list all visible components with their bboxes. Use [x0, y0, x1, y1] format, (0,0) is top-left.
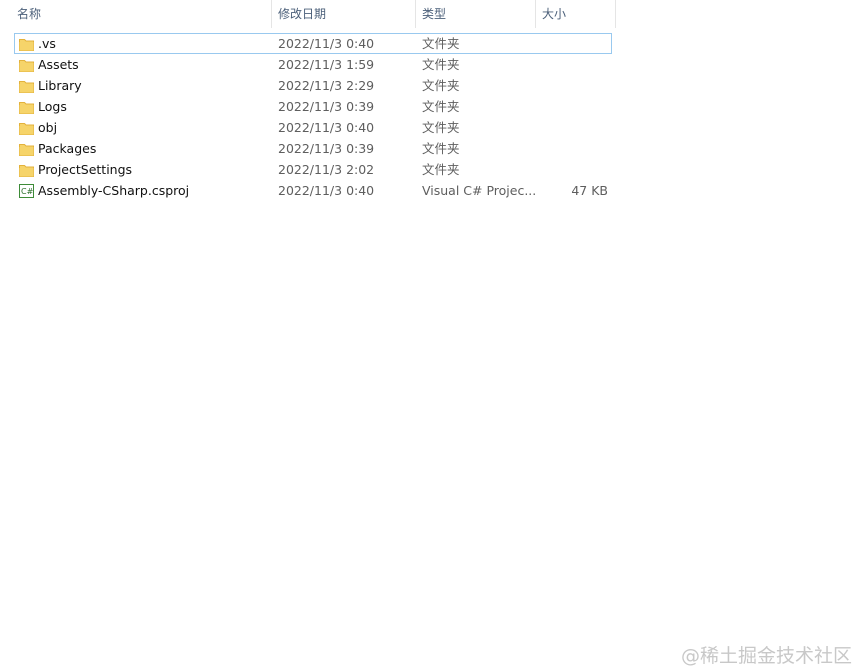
file-date: 2022/11/3 2:02 [278, 162, 375, 177]
file-date: 2022/11/3 0:40 [278, 36, 375, 51]
file-type: 文件夹 [422, 141, 460, 156]
watermark: @稀土掘金技术社区 [680, 645, 852, 667]
folder-icon [19, 99, 34, 114]
file-row[interactable]: Logs 2022/11/3 0:39 文件夹 [14, 96, 612, 117]
file-name: ProjectSettings [38, 162, 133, 177]
file-row[interactable]: C# Assembly-CSharp.csproj 2022/11/3 0:40 Vi… [14, 180, 612, 201]
file-row[interactable]: Assets 2022/11/3 1:59 文件夹 [14, 54, 612, 75]
file-date: 2022/11/3 0:39 [278, 99, 375, 114]
folder-icon [19, 141, 34, 156]
file-row[interactable]: .vs 2022/11/3 0:40 文件夹 [14, 33, 612, 54]
column-header-size-label: 大小 [542, 7, 567, 21]
folder-icon [19, 120, 34, 135]
file-date: 2022/11/3 2:29 [278, 78, 375, 93]
file-name: Assets [38, 57, 79, 72]
file-name: obj [38, 120, 58, 135]
column-header-type-label: 类型 [422, 7, 447, 21]
folder-icon [19, 162, 34, 177]
column-header-type[interactable]: 类型 [416, 0, 536, 28]
column-header-name[interactable]: ^ 名称 [0, 0, 272, 28]
column-header-date-label: 修改日期 [278, 7, 327, 21]
file-name: Packages [38, 141, 97, 156]
file-type: 文件夹 [422, 162, 460, 177]
file-type: 文件夹 [422, 78, 460, 93]
file-date: 2022/11/3 0:39 [278, 141, 375, 156]
column-header-bar: ^ 名称 修改日期 类型 大小 [0, 0, 616, 28]
column-header-name-label: 名称 [17, 7, 42, 21]
file-name: .vs [38, 36, 56, 51]
file-type: Visual C# Projec... [422, 183, 537, 198]
file-name: Assembly-CSharp.csproj [38, 183, 190, 198]
file-date: 2022/11/3 1:59 [278, 57, 375, 72]
file-name: Logs [38, 99, 67, 114]
sort-up-arrow-icon: ^ [136, 0, 144, 2]
file-row[interactable]: obj 2022/11/3 0:40 文件夹 [14, 117, 612, 138]
file-list: .vs 2022/11/3 0:40 文件夹 Assets 2022/11/3 1:59… [14, 33, 612, 201]
file-type: 文件夹 [422, 99, 460, 114]
file-date: 2022/11/3 0:40 [278, 183, 375, 198]
file-type: 文件夹 [422, 120, 460, 135]
folder-icon [19, 78, 34, 93]
file-date: 2022/11/3 0:40 [278, 120, 375, 135]
column-header-date[interactable]: 修改日期 [272, 0, 416, 28]
csharp-project-icon: C# [19, 183, 34, 198]
file-type: 文件夹 [422, 36, 460, 51]
file-name: Library [38, 78, 82, 93]
svg-text:C#: C# [21, 187, 34, 196]
file-size: 47 KB [571, 183, 608, 198]
file-row[interactable]: ProjectSettings 2022/11/3 2:02 文件夹 [14, 159, 612, 180]
file-explorer: ^ 名称 修改日期 类型 大小 .vs2022/11/3 0:40文件夹Asse… [0, 0, 860, 672]
file-row[interactable]: Packages 2022/11/3 0:39 文件夹 [14, 138, 612, 159]
file-type: 文件夹 [422, 57, 460, 72]
folder-icon [19, 57, 34, 72]
folder-icon [19, 36, 34, 51]
column-header-size[interactable]: 大小 [536, 0, 616, 28]
file-row[interactable]: Library 2022/11/3 2:29 文件夹 [14, 75, 612, 96]
